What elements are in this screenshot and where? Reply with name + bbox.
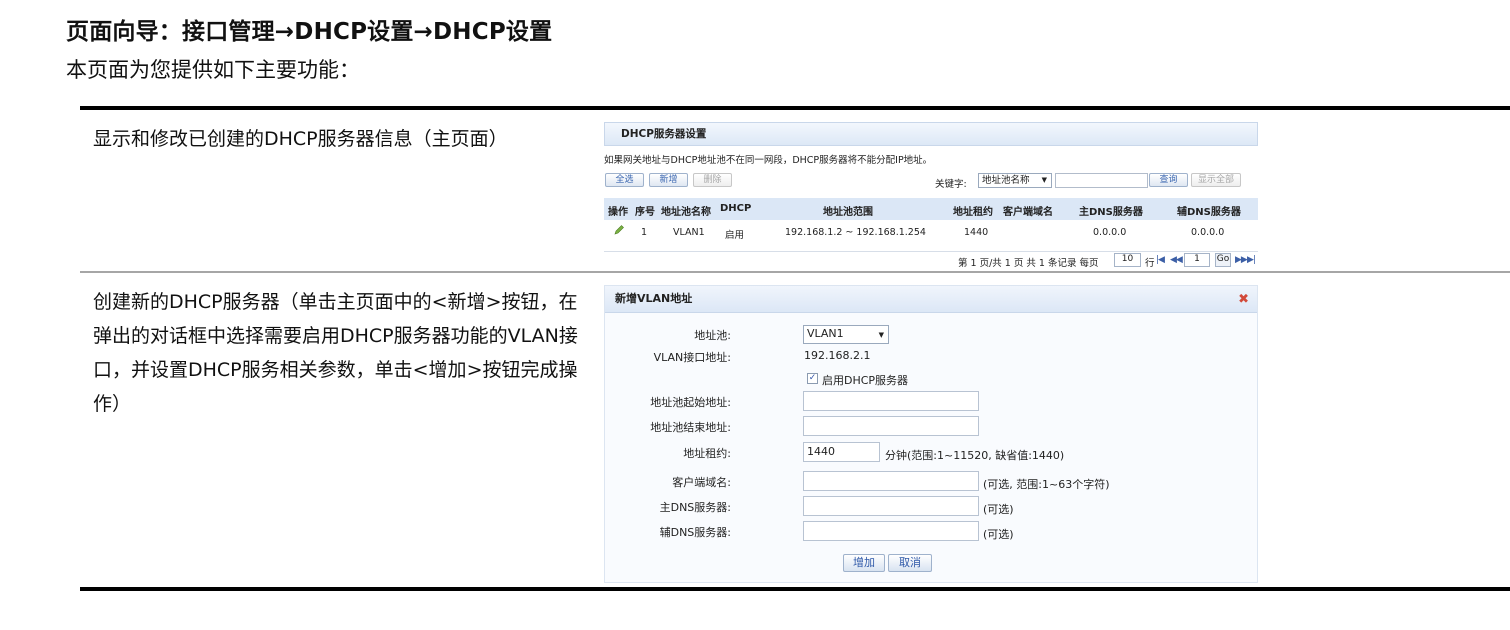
lease-hint: 分钟(范围:1~11520, 缺省值:1440): [885, 449, 1065, 462]
col-domain: 客户端域名: [1003, 207, 1053, 218]
cell-range: 192.168.1.2 ~ 192.168.1.254: [785, 227, 926, 238]
dialog-header: 新增VLAN地址: [605, 286, 1257, 313]
start-address-input[interactable]: [803, 391, 979, 411]
col-range: 地址池范围: [823, 207, 873, 218]
close-icon[interactable]: ✖: [1238, 292, 1249, 307]
cell-index: 1: [641, 227, 648, 238]
chevron-down-icon: ▼: [878, 331, 884, 339]
lease-label: 地址租约:: [683, 447, 731, 460]
add-submit-button[interactable]: 增加: [843, 554, 885, 572]
enable-dhcp-label: 启用DHCP服务器: [822, 374, 909, 387]
row-1-description: 显示和修改已创建的DHCP服务器信息（主页面）: [93, 128, 508, 150]
pager-row-unit: 行: [1145, 258, 1155, 269]
table-bottom-rule: [80, 587, 1510, 591]
pager-summary: 第 1 页/共 1 页 共 1 条记录 每页: [958, 258, 1099, 269]
dhcp-list-note: 如果网关地址与DHCP地址池不在同一网段，DHCP服务器将不能分配IP地址。: [604, 155, 933, 166]
pool-label: 地址池:: [694, 329, 731, 342]
keyword-select[interactable]: 地址池名称 ▼: [978, 173, 1052, 188]
end-address-input[interactable]: [803, 416, 979, 436]
table-top-rule: [80, 106, 1510, 110]
col-dns1: 主DNS服务器: [1079, 207, 1143, 218]
page-intro: 本页面为您提供如下主要功能：: [66, 58, 360, 82]
dns1-label: 主DNS服务器:: [659, 501, 731, 514]
go-button[interactable]: Go: [1215, 253, 1231, 267]
col-dhcp: DHCP: [720, 203, 752, 214]
cell-pool: VLAN1: [673, 227, 705, 238]
dhcp-list-header: DHCP服务器设置: [604, 122, 1258, 146]
table-row: 1 VLAN1 启用 192.168.1.2 ~ 192.168.1.254 1…: [604, 222, 1258, 244]
keyword-select-value: 地址池名称: [982, 175, 1030, 186]
delete-button[interactable]: 删除: [693, 173, 732, 187]
dns2-hint: (可选): [983, 528, 1014, 541]
col-pool-name: 地址池名称: [661, 207, 711, 218]
lease-input[interactable]: 1440: [803, 442, 880, 462]
search-button[interactable]: 查询: [1149, 173, 1188, 187]
domain-hint: (可选, 范围:1~63个字符): [983, 478, 1110, 491]
dns1-input[interactable]: [803, 496, 979, 516]
col-dns2: 辅DNS服务器: [1177, 207, 1241, 218]
table-header: 操作 序号 地址池名称 DHCP 地址池范围 地址租约 客户端域名 主DNS服务…: [604, 198, 1258, 220]
dns2-label: 辅DNS服务器:: [659, 526, 731, 539]
keyword-label: 关键字:: [935, 179, 967, 190]
first-page-icon[interactable]: |◀: [1156, 255, 1165, 265]
end-address-label: 地址池结束地址:: [650, 421, 731, 434]
row-divider: [80, 271, 1510, 273]
pager: 第 1 页/共 1 页 共 1 条记录 每页 10 行 |◀ ◀◀ 1 Go ▶…: [604, 251, 1258, 270]
cell-lease: 1440: [964, 227, 989, 238]
domain-label: 客户端域名:: [672, 476, 731, 489]
vlan-ip-value: 192.168.2.1: [804, 349, 871, 362]
pool-select-value: VLAN1: [807, 327, 844, 340]
col-lease: 地址租约: [953, 207, 993, 218]
dns1-hint: (可选): [983, 503, 1014, 516]
col-index: 序号: [635, 207, 655, 218]
next-page-icon[interactable]: ▶▶: [1235, 255, 1248, 265]
show-all-button[interactable]: 显示全部: [1191, 173, 1241, 187]
per-page-input[interactable]: 10: [1114, 253, 1141, 267]
cell-dns1: 0.0.0.0: [1093, 227, 1127, 238]
col-action: 操作: [608, 207, 628, 218]
last-page-icon[interactable]: ▶|: [1247, 255, 1256, 265]
page-title: 页面向导：接口管理→DHCP设置→DHCP设置: [66, 19, 553, 45]
keyword-input[interactable]: [1055, 173, 1148, 188]
cancel-button[interactable]: 取消: [888, 554, 932, 572]
add-dialog-screenshot: 新增VLAN地址 ✖ 地址池: VLAN1 ▼ VLAN接口地址: 192.16…: [604, 285, 1258, 583]
dhcp-list-screenshot: DHCP服务器设置 如果网关地址与DHCP地址池不在同一网段，DHCP服务器将不…: [604, 122, 1258, 270]
dns2-input[interactable]: [803, 521, 979, 541]
add-button[interactable]: 新增: [649, 173, 688, 187]
page-input[interactable]: 1: [1184, 253, 1210, 267]
vlan-ip-label: VLAN接口地址:: [653, 351, 731, 364]
select-all-button[interactable]: 全选: [605, 173, 644, 187]
start-address-label: 地址池起始地址:: [650, 396, 731, 409]
cell-dns2: 0.0.0.0: [1191, 227, 1225, 238]
enable-dhcp-checkbox[interactable]: ✓: [807, 373, 818, 384]
prev-page-icon[interactable]: ◀◀: [1170, 255, 1183, 265]
cell-dhcp: 启用: [725, 230, 745, 241]
row-2-description: 创建新的DHCP服务器（单击主页面中的<新增>按钮，在弹出的对话框中选择需要启用…: [93, 291, 578, 415]
domain-input[interactable]: [803, 471, 979, 491]
chevron-down-icon: ▼: [1041, 176, 1047, 184]
pool-select[interactable]: VLAN1 ▼: [803, 325, 889, 344]
